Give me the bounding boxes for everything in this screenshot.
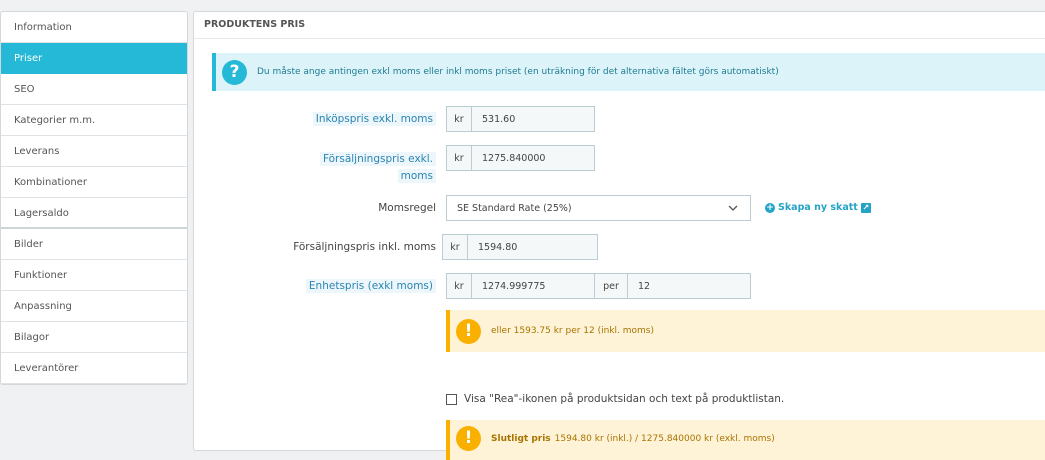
sidebar-item-leverantorer[interactable]: Leverantörer: [1, 353, 187, 384]
wholesale-price-label: Inköpspris exkl. moms: [304, 112, 436, 126]
external-link-icon: ↗: [860, 202, 871, 213]
sidebar-item-information[interactable]: Information: [1, 12, 187, 43]
per-addon: per: [595, 274, 628, 298]
on-sale-checkbox-label: Visa "Rea"-ikonen på produktsidan och te…: [464, 393, 785, 405]
sidebar-item-kategorier[interactable]: Kategorier m.m.: [1, 105, 187, 136]
retail-price-excl-input[interactable]: kr 1275.840000: [446, 145, 595, 171]
unit-price-value: 1274.999775: [482, 280, 546, 292]
info-alert-text: Du måste ange antingen exkl moms eller i…: [257, 67, 779, 77]
create-new-tax-link[interactable]: + Skapa ny skatt ↗: [765, 202, 871, 213]
sidebar-item-bilder[interactable]: Bilder: [1, 229, 187, 260]
exclamation-circle-icon: !: [456, 426, 481, 451]
wholesale-price-value: 531.60: [482, 113, 516, 125]
currency-addon: kr: [447, 107, 472, 131]
unit-price-input[interactable]: kr 1274.999775: [446, 273, 595, 299]
retail-price-incl-value: 1594.80: [478, 241, 518, 253]
unit-price-label-text: Enhetspris (exkl moms): [305, 279, 436, 293]
tax-rule-label: Momsregel: [378, 202, 436, 214]
panel-title: PRODUKTENS PRIS: [194, 12, 1045, 39]
question-circle-icon: ?: [222, 59, 247, 85]
unit-price-warning: ! eller 1593.75 kr per 12 (inkl. moms): [446, 310, 1045, 352]
sidebar-item-leverans[interactable]: Leverans: [1, 136, 187, 167]
on-sale-checkbox[interactable]: [446, 393, 457, 405]
sidebar-item-funktioner[interactable]: Funktioner: [1, 260, 187, 291]
final-price-alert: ! Slutligt pris 1594.80 kr (inkl.) / 127…: [446, 420, 1045, 460]
exclamation-circle-icon: !: [456, 318, 481, 344]
currency-addon: kr: [443, 235, 468, 259]
unit-price-label: Enhetspris (exkl moms): [294, 279, 436, 293]
currency-addon: kr: [447, 146, 472, 170]
chevron-down-icon: [728, 205, 738, 211]
wholesale-price-input[interactable]: kr 531.60: [446, 106, 595, 132]
retail-price-excl-value: 1275.840000: [482, 152, 546, 164]
unit-quantity-input[interactable]: per 12: [594, 273, 751, 299]
retail-price-excl-label-line1: Försäljningspris exkl.: [319, 152, 436, 166]
tax-rule-selected: SE Standard Rate (25%): [457, 202, 572, 214]
plus-circle-icon: +: [765, 202, 775, 213]
unit-price-warning-text: eller 1593.75 kr per 12 (inkl. moms): [491, 326, 655, 336]
sidebar-item-anpassning[interactable]: Anpassning: [1, 291, 187, 322]
tax-rule-select[interactable]: SE Standard Rate (25%): [446, 195, 751, 221]
unit-quantity-value: 12: [638, 280, 651, 292]
create-new-tax-text: Skapa ny skatt: [778, 202, 858, 213]
retail-price-incl-label: Försäljningspris inkl. moms: [293, 241, 436, 253]
retail-price-excl-label: Försäljningspris exkl. moms: [304, 151, 436, 185]
retail-price-incl-input[interactable]: kr 1594.80: [442, 234, 598, 260]
product-tab-sidebar: Information Priser SEO Kategorier m.m. L…: [0, 11, 188, 385]
on-sale-checkbox-row[interactable]: Visa "Rea"-ikonen på produktsidan och te…: [446, 393, 784, 405]
product-price-panel: PRODUKTENS PRIS ? Du måste ange antingen…: [193, 11, 1045, 460]
wholesale-price-label-text: Inköpspris exkl. moms: [312, 112, 436, 126]
sidebar-item-kombinationer[interactable]: Kombinationer: [1, 167, 187, 198]
sidebar-item-lagersaldo[interactable]: Lagersaldo: [1, 198, 187, 229]
sidebar-item-seo[interactable]: SEO: [1, 74, 187, 105]
sidebar-item-priser[interactable]: Priser: [1, 43, 187, 74]
currency-addon: kr: [447, 274, 472, 298]
sidebar-item-bilagor[interactable]: Bilagor: [1, 322, 187, 353]
retail-price-excl-label-line2: moms: [397, 169, 436, 183]
info-alert: ? Du måste ange antingen exkl moms eller…: [212, 53, 1045, 91]
